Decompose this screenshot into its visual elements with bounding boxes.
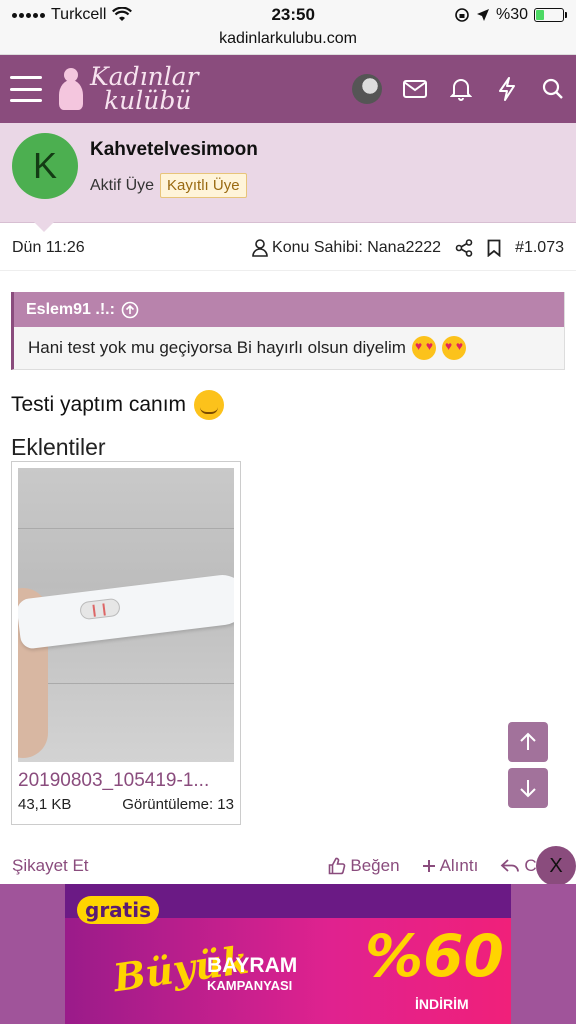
author-role: Aktif Üye	[90, 176, 155, 194]
site-header: Kadınlar kulübü	[0, 55, 576, 123]
advertisement-banner[interactable]: gratis Büyük BAYRAM KAMPANYASI %60 İNDİR…	[0, 884, 576, 1024]
arrow-up-circle-icon[interactable]	[121, 301, 139, 319]
post-author-block: K Kahvetelvesimoon Aktif Üye Kayıtlı Üye	[0, 123, 576, 232]
ad-campaign-text: BAYRAM KAMPANYASI	[207, 954, 298, 996]
heart-eyes-emoji-icon	[441, 336, 466, 360]
thread-owner: Konu Sahibi: Nana2222	[252, 239, 441, 257]
post-meta-bar: Dün 11:26 Konu Sahibi: Nana2222 #1.073	[0, 225, 576, 271]
status-bar: Turkcell 23:50 %30	[0, 0, 576, 30]
post-message: Testi yaptım canım	[11, 390, 565, 420]
quote-block: Eslem91 .!.: Hani test yok mu geçiyorsa …	[11, 292, 565, 370]
carrier-label: Turkcell	[51, 6, 107, 23]
quote-button[interactable]: Alıntı	[422, 856, 479, 876]
ad-discount-label: İNDİRİM	[415, 996, 469, 1012]
wifi-icon	[112, 7, 133, 21]
smiling-emoji-icon	[194, 390, 225, 420]
attachments-title: Eklentiler	[11, 434, 106, 460]
logo-figure-icon	[56, 66, 86, 112]
person-icon	[252, 238, 268, 257]
ad-percent: %60	[365, 922, 504, 990]
bell-icon[interactable]	[448, 76, 474, 102]
arrow-up-icon	[520, 732, 536, 750]
quote-body: Hani test yok mu geçiyorsa Bi hayırlı ol…	[14, 327, 564, 369]
attachment-filename[interactable]: 20190803_105419-1...	[18, 770, 234, 792]
author-avatar[interactable]: K	[12, 133, 78, 199]
attachment-views: Görüntüleme: 13	[122, 796, 234, 813]
thread-owner-label: Konu Sahibi: Nana2222	[272, 238, 442, 256]
search-icon[interactable]	[540, 76, 566, 102]
logo-line-2: kulübü	[104, 86, 192, 115]
attachment-size: 43,1 KB	[18, 796, 72, 813]
ad-kampanya: KAMPANYASI	[207, 978, 293, 993]
plus-icon	[422, 860, 435, 872]
registered-badge: Kayıtlı Üye	[160, 173, 247, 198]
heart-eyes-emoji-icon	[411, 336, 436, 360]
url-text: kadinlarkulubu.com	[219, 30, 357, 47]
bookmark-icon[interactable]	[487, 239, 501, 257]
battery-icon	[534, 8, 567, 22]
scroll-top-button[interactable]	[508, 722, 548, 762]
like-button[interactable]: Beğen	[328, 856, 400, 876]
hamburger-menu-icon[interactable]	[10, 76, 42, 102]
quote-header[interactable]: Eslem91 .!.:	[14, 292, 564, 327]
report-link[interactable]: Şikayet Et	[12, 856, 89, 876]
like-label: Beğen	[350, 856, 400, 875]
url-bar[interactable]: kadinlarkulubu.com	[0, 30, 576, 55]
arrow-down-icon	[520, 780, 536, 798]
author-username[interactable]: Kahvetelvesimoon	[90, 139, 258, 161]
ad-bayram: BAYRAM	[207, 954, 298, 977]
post-message-text: Testi yaptım canım	[11, 393, 187, 416]
attachment-card[interactable]: 20190803_105419-1... 43,1 KB Görüntüleme…	[11, 461, 241, 825]
post-time[interactable]: Dün 11:26	[12, 239, 85, 257]
scroll-bottom-button[interactable]	[508, 768, 548, 808]
user-avatar-small[interactable]	[352, 74, 382, 104]
location-icon	[476, 9, 489, 21]
quote-text: Hani test yok mu geçiyorsa Bi hayırlı ol…	[28, 338, 406, 357]
post-number[interactable]: #1.073	[515, 239, 564, 257]
attachment-thumbnail[interactable]	[18, 468, 234, 762]
close-ad-button[interactable]: X	[536, 846, 576, 886]
quote-author: Eslem91 .!.:	[26, 300, 115, 318]
quote-label: Alıntı	[439, 856, 479, 875]
battery-percent: %30	[495, 6, 528, 23]
site-logo[interactable]: Kadınlar kulübü	[56, 64, 352, 115]
thumbs-up-icon	[329, 857, 346, 875]
clock: 23:50	[271, 5, 315, 24]
signal-icon	[12, 12, 45, 18]
share-icon[interactable]	[455, 238, 473, 257]
lightning-icon[interactable]	[494, 76, 520, 102]
reply-icon	[500, 859, 520, 872]
ad-brand-logo: gratis	[77, 896, 159, 924]
orientation-lock-icon	[455, 8, 469, 22]
mail-icon[interactable]	[402, 76, 428, 102]
post-actions: Şikayet Et Beğen Alıntı Ceva	[0, 848, 576, 884]
